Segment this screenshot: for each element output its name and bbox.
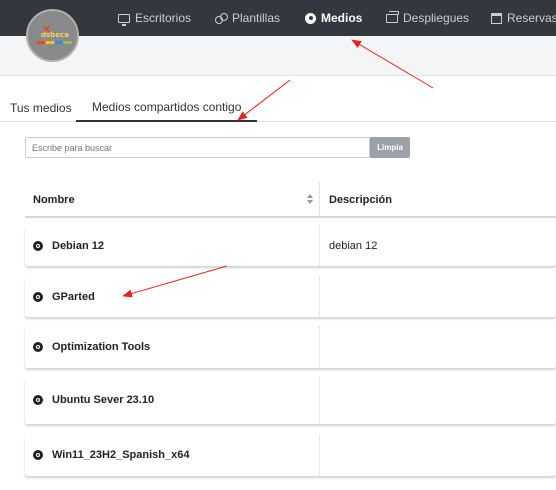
nav-item-escritorios[interactable]: Escritorios — [118, 0, 191, 36]
table-row[interactable]: Debian 12 debian 12 — [25, 225, 556, 266]
media-name: Ubuntu Sever 23.10 — [52, 394, 155, 406]
column-header-description[interactable]: Descripción — [329, 182, 392, 218]
nav-label: Despliegues — [403, 11, 470, 25]
logo-color-bar — [37, 41, 72, 44]
deployments-icon — [386, 10, 399, 23]
media-disc-icon — [33, 395, 43, 405]
subheader-bar — [0, 36, 556, 76]
app-logo[interactable]: ✕ dsbeca — [26, 9, 79, 62]
nav-label: Escritorios — [135, 11, 192, 25]
tab-label: Tus medios — [10, 101, 72, 115]
nav-item-plantillas[interactable]: Plantillas — [215, 0, 280, 36]
media-name: Debian 12 — [52, 239, 104, 252]
media-disc-icon — [305, 12, 316, 24]
nav-label: Medios — [321, 11, 363, 25]
media-name: GParted — [52, 290, 95, 303]
calendar-icon — [491, 12, 502, 24]
column-header-name[interactable]: Nombre — [33, 182, 75, 218]
column-divider — [319, 276, 320, 317]
tab-medios-compartidos[interactable]: Medios compartidos contigo — [76, 94, 258, 122]
templates-icon — [215, 12, 228, 24]
media-name-cell: GParted — [33, 276, 95, 317]
media-disc-icon — [33, 342, 43, 352]
tab-label: Medios compartidos contigo — [92, 100, 242, 114]
column-divider — [319, 376, 320, 424]
media-name-cell: Optimization Tools — [33, 326, 150, 368]
media-name-cell: Win11_23H2_Spanish_x64 — [33, 434, 189, 476]
media-disc-icon — [33, 291, 43, 302]
table-row[interactable]: Ubuntu Sever 23.10 — [25, 376, 556, 424]
nav-label: Reservas — [507, 11, 556, 25]
column-divider — [319, 326, 320, 368]
table-row[interactable]: GParted — [25, 276, 556, 317]
tab-tus-medios[interactable]: Tus medios — [10, 94, 72, 122]
media-disc-icon — [33, 240, 43, 251]
column-divider — [319, 434, 320, 476]
sort-icon[interactable] — [307, 194, 314, 206]
media-disc-icon — [33, 450, 43, 460]
media-name: Optimization Tools — [52, 341, 151, 353]
table-row[interactable]: Optimization Tools — [25, 326, 556, 368]
nav-item-despliegues[interactable]: Despliegues — [386, 0, 469, 36]
table-row[interactable]: Win11_23H2_Spanish_x64 — [25, 434, 556, 476]
nav-item-reservas[interactable]: Reservas — [491, 0, 556, 36]
media-name: Win11_23H2_Spanish_x64 — [52, 449, 190, 461]
media-tabs: Tus medios Medios compartidos contigo — [0, 94, 556, 122]
column-divider — [319, 182, 320, 218]
media-name-cell: Debian 12 — [33, 225, 104, 266]
nav-label: Plantillas — [232, 11, 281, 25]
search-input[interactable] — [25, 137, 370, 158]
table-header: Nombre Descripción — [25, 182, 556, 218]
desktop-icon — [118, 13, 130, 26]
nav-item-medios[interactable]: Medios — [305, 0, 362, 36]
logo-text: dsbeca — [41, 31, 69, 39]
clear-search-button[interactable]: Limpia — [370, 137, 410, 158]
media-name-cell: Ubuntu Sever 23.10 — [33, 376, 154, 424]
column-divider — [319, 225, 320, 266]
top-navbar: Escritorios Plantillas Medios Despliegue… — [0, 0, 556, 36]
media-description: debian 12 — [329, 239, 378, 252]
